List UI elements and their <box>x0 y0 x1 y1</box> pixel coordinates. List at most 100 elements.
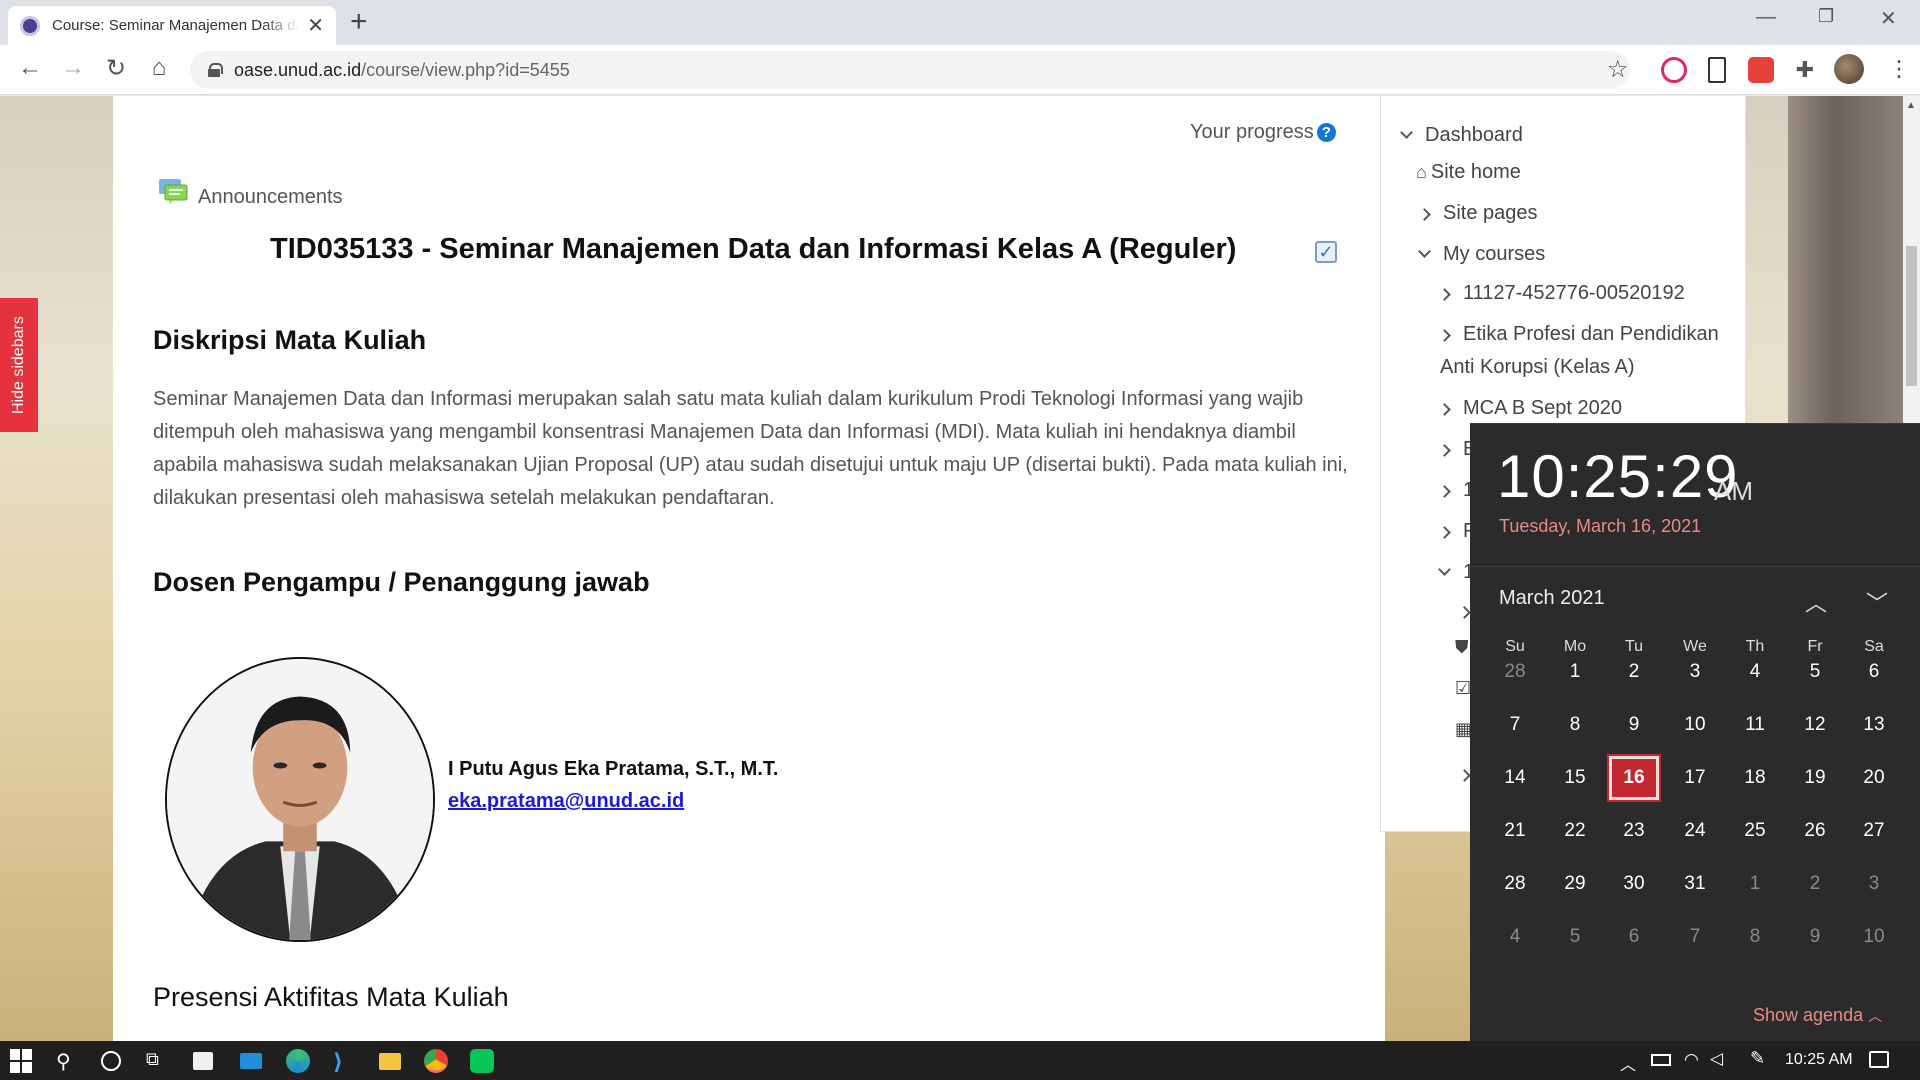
forward-icon[interactable]: → <box>57 54 89 82</box>
back-icon[interactable]: ← <box>14 54 46 82</box>
nav-my-courses[interactable]: My courses <box>1418 243 1545 266</box>
calendar-day[interactable]: 22 <box>1550 809 1600 853</box>
hide-sidebars-button[interactable]: Hide sidebars <box>0 298 38 432</box>
calendar-day[interactable]: 8 <box>1730 915 1780 959</box>
vscode-icon[interactable]: ⟩ <box>333 1049 357 1074</box>
action-center-icon[interactable] <box>1869 1051 1889 1068</box>
calendar-day[interactable]: 24 <box>1670 809 1720 853</box>
calendar-day[interactable]: 7 <box>1670 915 1720 959</box>
calendar-day[interactable]: 4 <box>1490 915 1540 959</box>
nav-course-item[interactable]: 1 <box>1438 479 1474 502</box>
chevron-up-icon[interactable]: ︿ <box>1805 586 1827 618</box>
help-icon[interactable]: ? <box>1316 123 1336 142</box>
taskbar-clock[interactable]: 10:25 AM <box>1785 1051 1853 1069</box>
calendar-day[interactable]: 7 <box>1490 703 1540 747</box>
shield-icon[interactable]: ⛊ <box>1455 637 1469 658</box>
checkbox-icon[interactable]: ☑ <box>1455 678 1471 699</box>
calendar-day[interactable]: 5 <box>1550 915 1600 959</box>
chrome-icon[interactable] <box>424 1049 448 1073</box>
calendar-day[interactable]: 25 <box>1730 809 1780 853</box>
calendar-day[interactable]: 19 <box>1790 756 1840 800</box>
calendar-day[interactable]: 2 <box>1609 650 1659 694</box>
calendar-day[interactable]: 2 <box>1790 862 1840 906</box>
calendar-day[interactable]: 14 <box>1490 756 1540 800</box>
battery-icon[interactable] <box>1651 1054 1671 1066</box>
extension-red-icon[interactable] <box>1748 57 1774 83</box>
calendar-day[interactable]: 26 <box>1790 809 1840 853</box>
calendar-day[interactable]: 9 <box>1790 915 1840 959</box>
store-icon[interactable] <box>193 1052 213 1070</box>
nav-site-pages[interactable]: Site pages <box>1418 202 1538 225</box>
calendar-day-today[interactable]: 16 <box>1607 754 1661 802</box>
calendar-day[interactable]: 5 <box>1790 650 1840 694</box>
file-explorer-icon[interactable] <box>379 1053 401 1070</box>
calendar-day[interactable]: 31 <box>1670 862 1720 906</box>
nav-course-item-cont[interactable]: Anti Korupsi (Kelas A) <box>1440 356 1635 379</box>
calendar-day[interactable]: 10 <box>1670 703 1720 747</box>
new-tab-icon[interactable]: + <box>350 6 368 38</box>
extensions-puzzle-icon[interactable]: ✚ <box>1792 57 1818 83</box>
wifi-icon[interactable]: ◠ <box>1684 1050 1699 1070</box>
calendar-day[interactable]: 23 <box>1609 809 1659 853</box>
bookmark-star-icon[interactable]: ☆ <box>1607 55 1629 84</box>
minimize-icon[interactable]: — <box>1756 6 1776 29</box>
edge-icon[interactable] <box>286 1049 310 1073</box>
calendar-day[interactable]: 11 <box>1730 703 1780 747</box>
calendar-day[interactable]: 18 <box>1730 756 1780 800</box>
calendar-month-label[interactable]: March 2021 <box>1499 587 1605 610</box>
calendar-day[interactable]: 27 <box>1849 809 1899 853</box>
completion-checkbox-icon[interactable]: ✓ <box>1315 241 1337 263</box>
calendar-day[interactable]: 29 <box>1550 862 1600 906</box>
calendar-day[interactable]: 15 <box>1550 756 1600 800</box>
full-date-link[interactable]: Tuesday, March 16, 2021 <box>1499 516 1701 537</box>
nav-course-item[interactable]: 1 <box>1438 561 1474 584</box>
tray-chevron-up-icon[interactable]: ︿ <box>1620 1051 1636 1075</box>
calendar-day[interactable]: 4 <box>1730 650 1780 694</box>
show-agenda-button[interactable]: Show agenda ︿ <box>1753 1005 1882 1026</box>
restore-icon[interactable]: ❐ <box>1818 6 1834 27</box>
announcements-link[interactable]: Announcements <box>198 186 343 209</box>
nav-course-item[interactable]: 11127-452776-00520192 <box>1438 282 1685 305</box>
extension-m-icon[interactable] <box>1661 57 1687 83</box>
browser-menu-icon[interactable]: ⋮ <box>1888 56 1910 82</box>
volume-icon[interactable]: ◁ <box>1710 1049 1723 1069</box>
calendar-day[interactable]: 10 <box>1849 915 1899 959</box>
calendar-day[interactable]: 3 <box>1849 862 1899 906</box>
line-app-icon[interactable] <box>470 1049 494 1073</box>
task-view-icon[interactable]: ⧉ <box>146 1049 170 1073</box>
calendar-day[interactable]: 28 <box>1490 650 1540 694</box>
nav-course-item[interactable]: Etika Profesi dan Pendidikan <box>1438 323 1719 346</box>
search-icon[interactable]: ⚲ <box>56 1049 80 1073</box>
scroll-up-icon[interactable]: ▲ <box>1906 100 1916 111</box>
windows-start-icon[interactable] <box>10 1049 34 1073</box>
nav-dashboard[interactable]: Dashboard <box>1400 124 1523 147</box>
chevron-down-icon[interactable]: ﹀ <box>1866 586 1888 618</box>
close-tab-icon[interactable]: ✕ <box>307 13 324 38</box>
scrollbar-thumb[interactable] <box>1906 246 1917 386</box>
calendar-day[interactable]: 1 <box>1730 862 1780 906</box>
calendar-day[interactable]: 17 <box>1670 756 1720 800</box>
profile-avatar[interactable] <box>1834 54 1864 84</box>
mail-icon[interactable] <box>240 1053 262 1069</box>
calendar-day[interactable]: 20 <box>1849 756 1899 800</box>
cortana-icon[interactable] <box>101 1051 121 1071</box>
close-window-icon[interactable]: ✕ <box>1880 6 1897 31</box>
nav-course-item[interactable]: MCA B Sept 2020 <box>1438 397 1622 420</box>
calendar-day[interactable]: 3 <box>1670 650 1720 694</box>
calendar-day[interactable]: 1 <box>1550 650 1600 694</box>
extension-trash-icon[interactable] <box>1708 57 1726 83</box>
nav-site-home[interactable]: ⌂ Site home <box>1416 161 1521 184</box>
home-icon[interactable]: ⌂ <box>143 54 175 82</box>
address-bar[interactable]: oase.unud.ac.id /course/view.php?id=5455 <box>190 51 1630 89</box>
calendar-day[interactable]: 12 <box>1790 703 1840 747</box>
calendar-day[interactable]: 30 <box>1609 862 1659 906</box>
calendar-day[interactable]: 6 <box>1609 915 1659 959</box>
reload-icon[interactable]: ↻ <box>100 54 132 83</box>
calendar-day[interactable]: 8 <box>1550 703 1600 747</box>
calendar-day[interactable]: 9 <box>1609 703 1659 747</box>
lecturer-email-link[interactable]: eka.pratama@unud.ac.id <box>448 790 684 813</box>
calendar-day[interactable]: 6 <box>1849 650 1899 694</box>
calendar-day[interactable]: 13 <box>1849 703 1899 747</box>
browser-tab[interactable]: Course: Seminar Manajemen Data dan Infor… <box>8 6 336 45</box>
calendar-day[interactable]: 28 <box>1490 862 1540 906</box>
